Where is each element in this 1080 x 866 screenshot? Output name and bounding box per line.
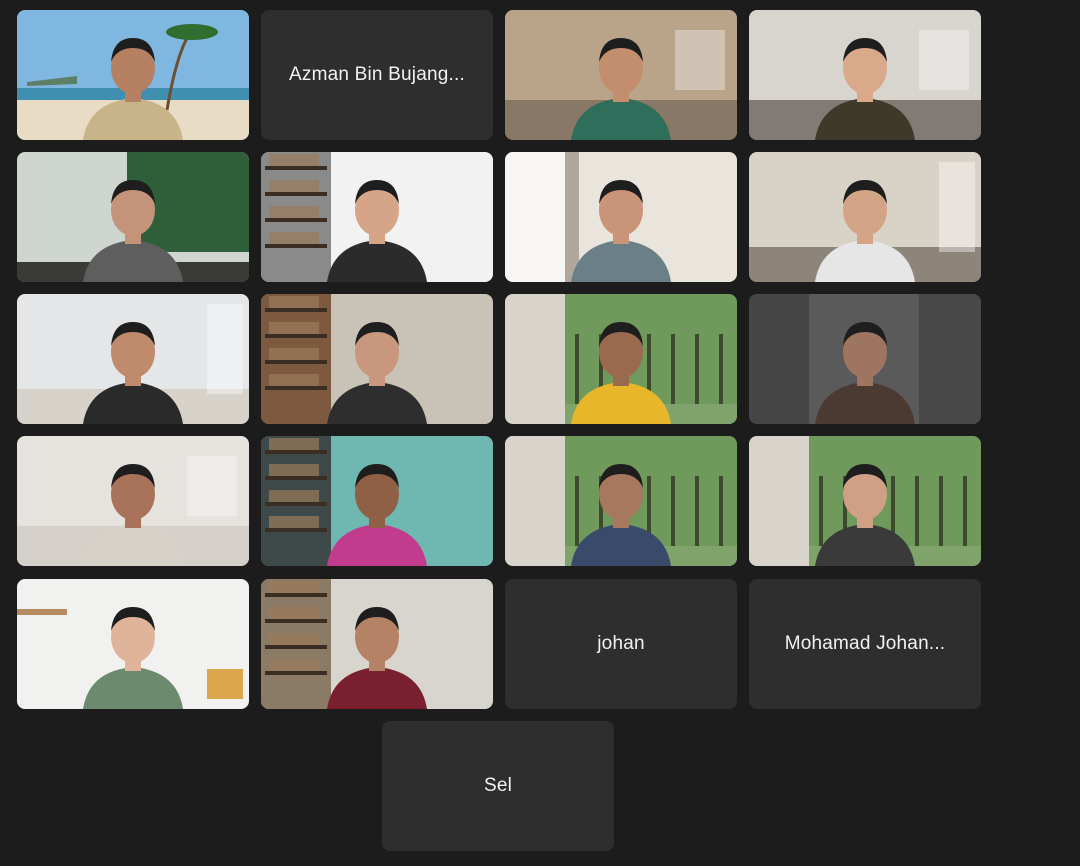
participant-video-tile[interactable] bbox=[261, 294, 493, 424]
participant-video-tile[interactable] bbox=[261, 152, 493, 282]
participant-video bbox=[505, 436, 737, 566]
participant-video bbox=[261, 294, 493, 424]
participant-video bbox=[261, 579, 493, 709]
participant-video-tile[interactable] bbox=[261, 436, 493, 566]
participant-video-tile[interactable] bbox=[261, 579, 493, 709]
participant-video-tile[interactable] bbox=[17, 10, 249, 140]
participant-video bbox=[17, 294, 249, 424]
participant-video-tile[interactable] bbox=[749, 10, 981, 140]
participant-video-tile[interactable] bbox=[505, 294, 737, 424]
participant-video-tile[interactable] bbox=[749, 436, 981, 566]
participant-name: Mohamad Johan... bbox=[784, 633, 946, 654]
participant-video bbox=[17, 152, 249, 282]
participant-video bbox=[17, 436, 249, 566]
participant-name-tile[interactable]: Sel bbox=[382, 721, 614, 851]
participant-video bbox=[505, 10, 737, 140]
participant-name-tile[interactable]: Mohamad Johan... bbox=[749, 579, 981, 709]
participant-video bbox=[17, 579, 249, 709]
participant-video-tile[interactable] bbox=[17, 579, 249, 709]
participant-video-tile[interactable] bbox=[17, 436, 249, 566]
participant-name: Sel bbox=[483, 775, 513, 796]
participant-name-tile[interactable]: johan bbox=[505, 579, 737, 709]
participant-name: Azman Bin Bujang... bbox=[289, 64, 465, 85]
participant-video bbox=[505, 294, 737, 424]
participant-name: johan bbox=[597, 633, 645, 654]
participant-video-tile[interactable] bbox=[749, 152, 981, 282]
participant-video bbox=[17, 10, 249, 140]
participant-video-tile[interactable] bbox=[505, 10, 737, 140]
participant-video bbox=[505, 152, 737, 282]
participant-video-tile[interactable] bbox=[17, 294, 249, 424]
gallery-view: Azman Bin Bujang... johan Mohamad Johan...… bbox=[0, 0, 1080, 866]
participant-video bbox=[749, 152, 981, 282]
participant-video-tile[interactable] bbox=[17, 152, 249, 282]
participant-video-tile[interactable] bbox=[505, 436, 737, 566]
participant-video bbox=[749, 294, 981, 424]
participant-video bbox=[261, 436, 493, 566]
participant-video-tile[interactable] bbox=[505, 152, 737, 282]
participant-name-tile[interactable]: Azman Bin Bujang... bbox=[261, 10, 493, 140]
participant-video bbox=[749, 10, 981, 140]
participant-video bbox=[261, 152, 493, 282]
participant-video-tile[interactable] bbox=[749, 294, 981, 424]
participant-video bbox=[749, 436, 981, 566]
